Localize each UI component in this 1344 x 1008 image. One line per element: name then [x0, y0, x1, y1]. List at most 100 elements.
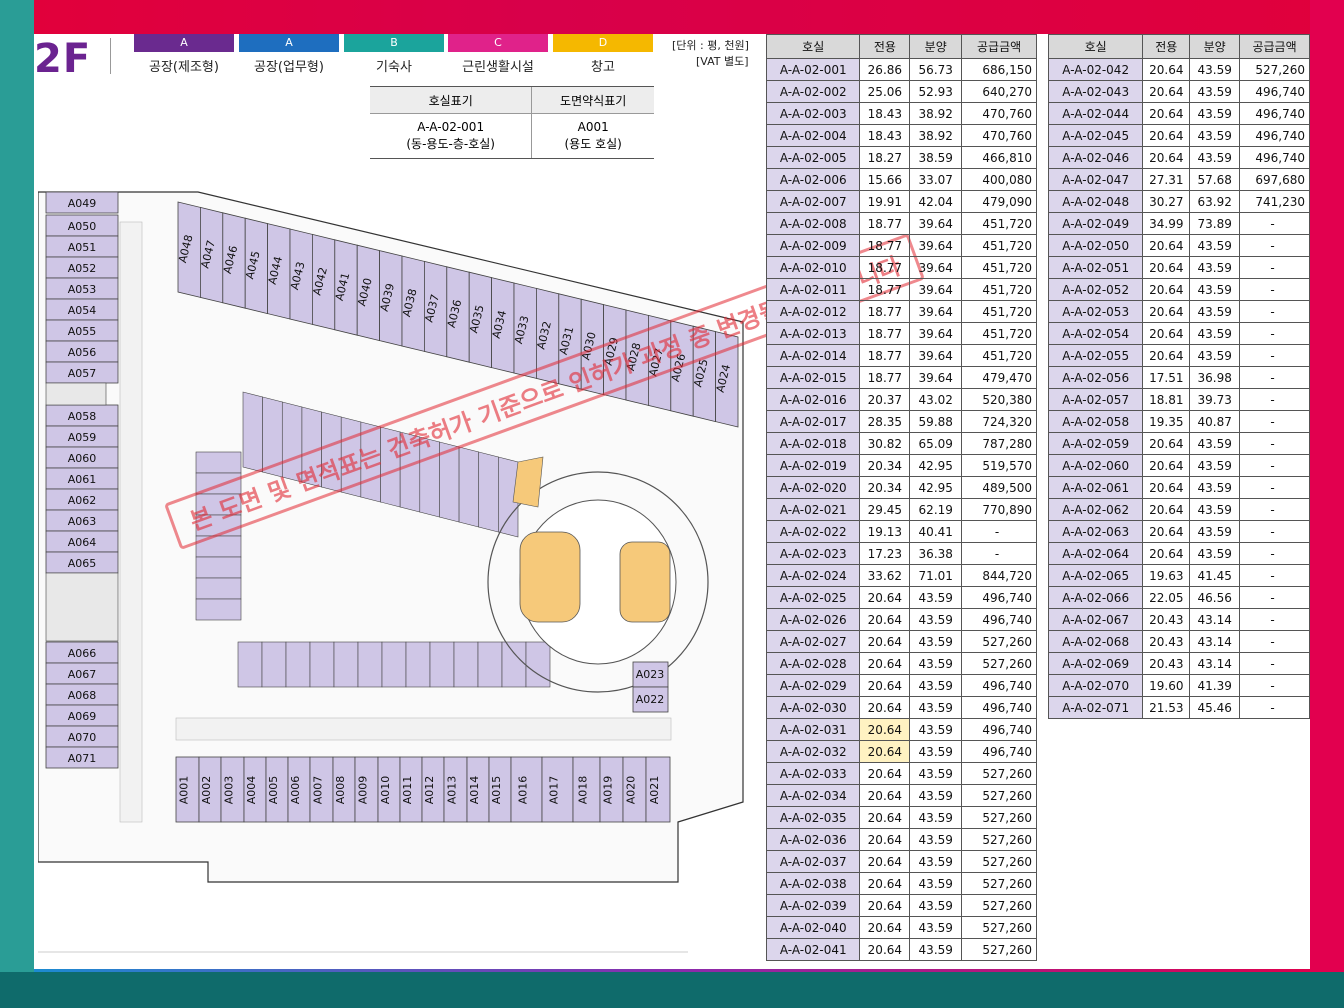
unit-label: A059	[68, 431, 97, 444]
sale-area-cell: 65.09	[909, 432, 963, 455]
unit-label: A018	[577, 776, 590, 805]
unit-id-cell: A-A-02-006	[765, 168, 861, 191]
code-example-short-format: (용도 호실)	[564, 137, 622, 151]
unit-id-cell: A-A-02-060	[1047, 454, 1144, 477]
sale-area-cell: 43.59	[909, 894, 963, 917]
table-row: A-A-02-014 18.77 39.64 451,720	[765, 344, 1037, 367]
exclusive-area-cell: 18.43	[859, 102, 911, 125]
unit-label: A054	[68, 304, 97, 317]
legend-code: D	[553, 34, 653, 52]
price-cell: 527,260	[961, 762, 1037, 785]
unit-id-cell: A-A-02-018	[765, 432, 861, 455]
sale-area-cell: 43.59	[1189, 344, 1241, 367]
sale-area-cell: 43.59	[1189, 432, 1241, 455]
unit-id-cell: A-A-02-026	[765, 608, 861, 631]
corridor	[119, 221, 143, 823]
table-row: A-A-02-005 18.27 38.59 466,810	[765, 146, 1037, 169]
table-row: A-A-02-059 20.64 43.59-	[1047, 432, 1310, 455]
table-row: A-A-02-035 20.64 43.59 527,260	[765, 806, 1037, 829]
table-row: A-A-02-042 20.64 43.59 527,260	[1047, 58, 1310, 81]
sale-area-cell: 57.68	[1189, 168, 1241, 191]
unit-id-cell: A-A-02-027	[765, 630, 861, 653]
unit-id-cell: A-A-02-033	[765, 762, 861, 785]
unit-id-cell: A-A-02-064	[1047, 542, 1144, 565]
price-cell: -	[1239, 564, 1310, 587]
price-cell: 496,740	[961, 740, 1037, 763]
exclusive-area-cell: 20.64	[859, 586, 911, 609]
sale-area-cell: 43.59	[909, 916, 963, 939]
exclusive-area-cell: 20.64	[1142, 80, 1191, 103]
unit-label: A071	[68, 752, 97, 765]
exclusive-area-cell: 20.64	[1142, 58, 1191, 81]
unit-label: A050	[68, 220, 97, 233]
sale-area-cell: 43.59	[1189, 80, 1241, 103]
exclusive-area-cell: 20.64	[859, 762, 911, 785]
code-header-full: 호실표기	[370, 86, 532, 114]
unit-id-cell: A-A-02-068	[1047, 630, 1144, 653]
exclusive-area-cell: 20.64	[859, 674, 911, 697]
unit-id-cell: A-A-02-067	[1047, 608, 1144, 631]
table-row: A-A-02-057 18.81 39.73-	[1047, 388, 1310, 411]
table-row: A-A-02-062 20.64 43.59-	[1047, 498, 1310, 521]
table-row: A-A-02-051 20.64 43.59-	[1047, 256, 1310, 279]
unit-id-cell: A-A-02-011	[765, 278, 861, 301]
price-cell: 496,740	[961, 586, 1037, 609]
unit-note: [단위 : 평, 천원] [VAT 별도]	[672, 38, 749, 70]
sale-area-cell: 43.59	[1189, 102, 1241, 125]
unit-label: A053	[68, 283, 97, 296]
unit-block	[285, 641, 311, 688]
sale-area-cell: 43.59	[1189, 322, 1241, 345]
unit-id-cell: A-A-02-009	[765, 234, 861, 257]
sale-area-cell: 43.59	[909, 784, 963, 807]
unit-table-right: 호실 전용 분양 공급금액 A-A-02-042 20.64 43.59 527,26…	[1047, 34, 1310, 719]
exclusive-area-cell: 29.45	[859, 498, 911, 521]
table-row: A-A-02-037 20.64 43.59 527,260	[765, 850, 1037, 873]
sale-area-cell: 43.59	[1189, 520, 1241, 543]
exclusive-area-cell: 19.13	[859, 520, 911, 543]
unit-id-cell: A-A-02-012	[765, 300, 861, 323]
table-row: A-A-02-043 20.64 43.59 496,740	[1047, 80, 1310, 103]
table-row: A-A-02-032 20.64 43.59 496,740	[765, 740, 1037, 763]
unit-label: A004	[245, 776, 258, 805]
exclusive-area-cell: 20.64	[1142, 234, 1191, 257]
unit-label: A070	[68, 731, 97, 744]
table-row: A-A-02-008 18.77 39.64 451,720	[765, 212, 1037, 235]
unit-id-cell: A-A-02-052	[1047, 278, 1144, 301]
exclusive-area-cell: 20.64	[859, 894, 911, 917]
price-cell: -	[1239, 344, 1310, 367]
unit-id-cell: A-A-02-046	[1047, 146, 1144, 169]
table-row: A-A-02-053 20.64 43.59-	[1047, 300, 1310, 323]
price-cell: 451,720	[961, 234, 1037, 257]
unit-id-cell: A-A-02-008	[765, 212, 861, 235]
exclusive-area-cell: 18.77	[859, 234, 911, 257]
unit-label: A063	[68, 515, 97, 528]
sale-area-cell: 39.73	[1189, 388, 1241, 411]
unit-id-cell: A-A-02-066	[1047, 586, 1144, 609]
table-row: A-A-02-009 18.77 39.64 451,720	[765, 234, 1037, 257]
sale-area-cell: 42.95	[909, 476, 963, 499]
table-row: A-A-02-044 20.64 43.59 496,740	[1047, 102, 1310, 125]
unit-label: A008	[334, 776, 347, 805]
price-cell: -	[1239, 212, 1310, 235]
exclusive-area-cell: 26.86	[859, 58, 911, 81]
sale-area-cell: 43.59	[1189, 542, 1241, 565]
exclusive-area-cell: 20.43	[1142, 608, 1191, 631]
exclusive-area-cell: 20.64	[1142, 520, 1191, 543]
unit-label: A068	[68, 689, 97, 702]
unit-label: A019	[602, 776, 615, 805]
unit-label: A060	[68, 452, 97, 465]
unit-id-cell: A-A-02-014	[765, 344, 861, 367]
unit-label: A023	[636, 668, 665, 681]
unit-block	[453, 641, 479, 688]
table-row: A-A-02-023 17.23 36.38-	[765, 542, 1037, 565]
sale-area-cell: 43.59	[909, 872, 963, 895]
exclusive-area-cell: 18.77	[859, 278, 911, 301]
table-row: A-A-02-070 19.60 41.39-	[1047, 674, 1310, 697]
exclusive-area-cell: 15.66	[859, 168, 911, 191]
table-row: A-A-02-024 33.62 71.01 844,720	[765, 564, 1037, 587]
price-cell: -	[1239, 256, 1310, 279]
exclusive-area-cell: 18.77	[859, 366, 911, 389]
sale-area-cell: 43.14	[1189, 608, 1241, 631]
table-row: A-A-02-054 20.64 43.59-	[1047, 322, 1310, 345]
unit-id-cell: A-A-02-039	[765, 894, 861, 917]
